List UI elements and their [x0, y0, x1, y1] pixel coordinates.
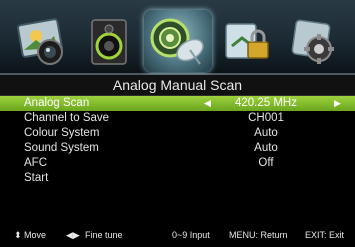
up-down-arrows-icon: ⬍	[14, 230, 22, 240]
menu-row-colour-system[interactable]: Colour System Auto	[0, 126, 355, 141]
tv-osd-screen: Analog Manual Scan Analog Scan ◀ 420.25 …	[0, 0, 355, 247]
menu-row-channel-to-save[interactable]: Channel to Save CH001	[0, 111, 355, 126]
menu-row-label: Sound System	[24, 142, 99, 154]
footer-fine-tune-hint: Fine tune	[85, 230, 123, 240]
menu-row-value: CH001	[248, 112, 284, 124]
setup-gear-icon[interactable]	[286, 14, 340, 68]
sound-icon[interactable]	[82, 14, 136, 68]
menu-row-value: Auto	[254, 142, 278, 154]
footer-input-hint: 0~9 Input	[172, 230, 210, 240]
menu-row-label: Channel to Save	[24, 112, 110, 124]
lock-icon[interactable]	[220, 14, 274, 68]
menu-row-label: Analog Scan	[24, 97, 90, 109]
menu-row-value: Auto	[254, 127, 278, 139]
channel-satellite-icon[interactable]	[144, 10, 212, 72]
menu-row-label: Colour System	[24, 127, 100, 139]
menu-row-label: AFC	[24, 157, 47, 169]
footer-return-hint: MENU: Return	[229, 230, 288, 240]
menu-row-start[interactable]: Start	[0, 171, 355, 186]
menu-row-label: Start	[24, 172, 49, 184]
right-arrow-icon[interactable]: ▶	[334, 96, 341, 111]
menu-row-value: Off	[258, 157, 274, 169]
scan-settings-menu: Analog Scan ◀ 420.25 MHz ▶ Channel to Sa…	[0, 96, 355, 186]
footer-exit-hint: EXIT: Exit	[305, 230, 345, 240]
page-title: Analog Manual Scan	[0, 75, 355, 96]
menu-row-sound-system[interactable]: Sound System Auto	[0, 141, 355, 156]
menu-row-value: 420.25 MHz	[234, 97, 297, 109]
menu-row-afc[interactable]: AFC Off	[0, 156, 355, 171]
picture-icon[interactable]	[14, 14, 68, 68]
footer-move-hint: Move	[24, 230, 47, 240]
left-right-arrows-icon: ◀▶	[66, 230, 80, 240]
footer-hint-bar: ⬍ Move ◀▶ Fine tune 0~9 Input MENU: Retu…	[0, 224, 355, 247]
menu-row-analog-scan[interactable]: Analog Scan ◀ 420.25 MHz ▶	[0, 96, 355, 111]
menu-icon-bar	[0, 0, 355, 75]
